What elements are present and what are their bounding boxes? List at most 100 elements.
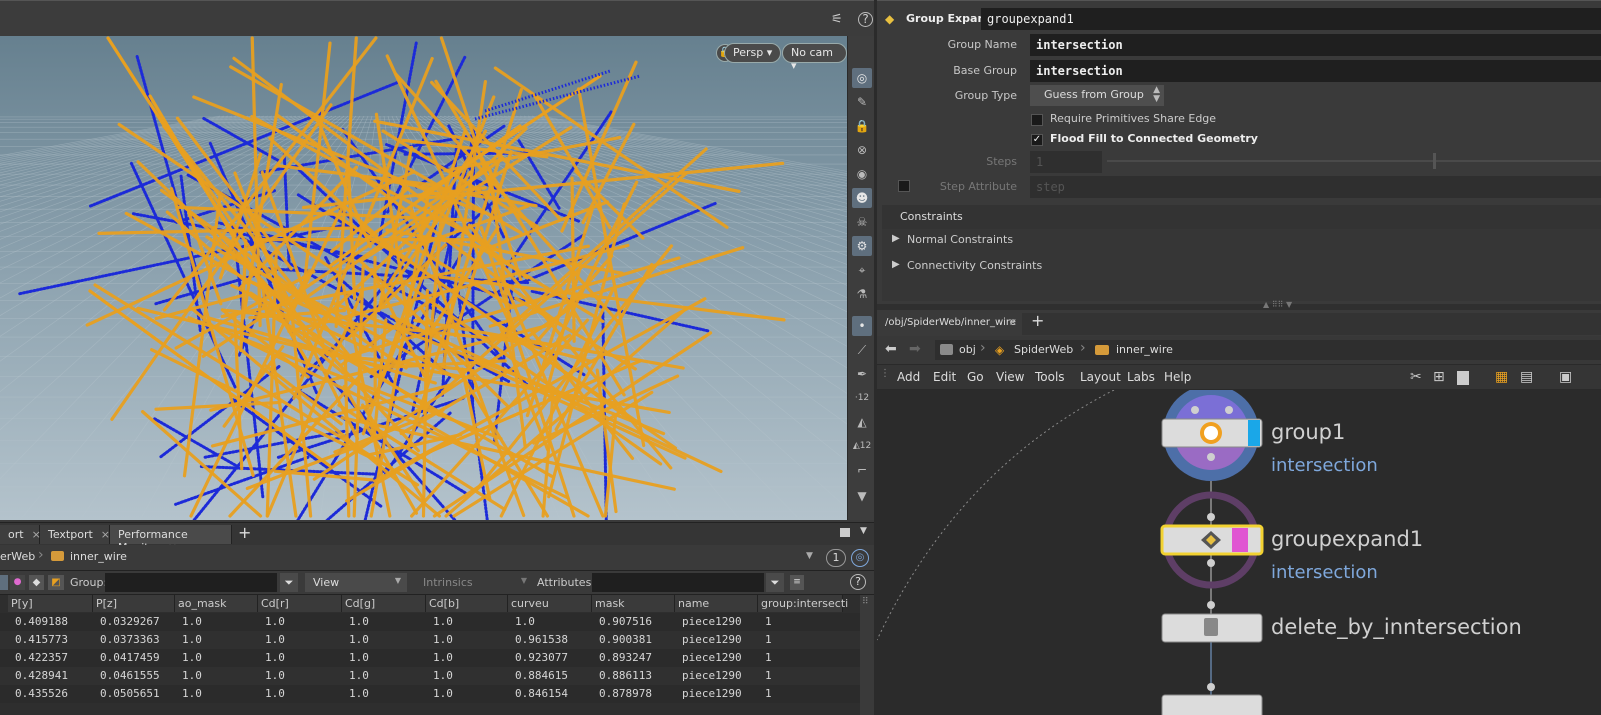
column-options-icon[interactable]: ≡ — [790, 575, 804, 590]
display-options-icon[interactable]: ⚟ — [831, 12, 843, 27]
menu-go[interactable]: Go — [967, 370, 984, 384]
snap-icon[interactable]: ⚗ — [852, 284, 872, 304]
back-arrow-icon[interactable]: ⬅ — [885, 341, 897, 357]
prim-display-icon[interactable]: ◭ — [852, 412, 872, 432]
steps-field[interactable]: 1 — [1030, 151, 1102, 173]
step-attribute-field[interactable]: step — [1030, 176, 1601, 198]
normal-constraints-folder[interactable]: Normal Constraints — [907, 233, 1013, 246]
path-spiderweb[interactable]: SpiderWeb — [1014, 343, 1073, 356]
point-display-icon[interactable]: • — [852, 316, 872, 336]
menu-labs[interactable]: Labs — [1127, 370, 1155, 384]
table-row[interactable]: 0.428941 0.0461555 1.0 1.0 1.0 1.0 0.884615 0.8… — [0, 667, 860, 685]
menu-add[interactable]: Add — [897, 370, 920, 384]
tab-viewport[interactable]: ort × — [0, 525, 41, 544]
pane-menu-icon[interactable]: ▼ — [860, 526, 867, 536]
table-row[interactable]: 0.415773 0.0373363 1.0 1.0 1.0 1.0 0.961538 0.9… — [0, 631, 860, 649]
column-header[interactable]: mask — [592, 595, 675, 612]
prim-numbers-icon[interactable]: ◭12 — [852, 436, 872, 456]
table-row[interactable]: 0.435526 0.0505651 1.0 1.0 1.0 1.0 0.846154 0.8… — [0, 685, 860, 703]
ghost-icon[interactable]: ⊗ — [852, 140, 872, 160]
close-icon[interactable]: × — [101, 528, 110, 541]
tab-textport[interactable]: Textport × — [40, 525, 110, 544]
column-header[interactable]: Cd[r] — [258, 595, 342, 612]
link-icon[interactable]: ◎ — [851, 549, 869, 567]
lock-icon[interactable]: 🔒 — [852, 116, 872, 136]
add-tab-icon[interactable]: + — [238, 523, 251, 542]
tab-performance-monitor[interactable]: Performance Monitor× — [110, 525, 232, 554]
tab-network[interactable]: /obj/SpiderWeb/inner_wire × — [877, 313, 1022, 335]
pen-icon[interactable]: ✒ — [852, 364, 872, 384]
list-view-icon[interactable] — [1457, 371, 1469, 385]
normals-icon[interactable]: ⟋ — [852, 340, 872, 360]
menu-view[interactable]: View — [996, 370, 1024, 384]
column-header[interactable]: Cd[b] — [426, 595, 508, 612]
column-header[interactable]: P[z] — [93, 595, 175, 612]
menu-edit[interactable]: Edit — [933, 370, 956, 384]
group-type-dropdown[interactable]: Guess from Group ▲ ▼ — [1030, 85, 1164, 106]
attribute-filter-icon[interactable]: ⏷ — [766, 573, 784, 592]
path-obj[interactable]: obj — [959, 343, 976, 356]
steps-slider-handle[interactable] — [1433, 153, 1436, 169]
persp-menu-button[interactable]: Persp ▾ — [724, 43, 782, 63]
base-group-field[interactable]: intersection — [1030, 60, 1601, 82]
menu-layout[interactable]: Layout — [1080, 370, 1121, 384]
next-node[interactable] — [1161, 694, 1263, 715]
add-tab-icon[interactable]: + — [1031, 311, 1044, 330]
spreadsheet-scrollbar[interactable]: ⠿ — [860, 595, 874, 715]
require-prims-checkbox[interactable] — [1031, 114, 1043, 126]
attributes-field[interactable] — [592, 573, 764, 592]
column-header[interactable]: P[y] — [8, 595, 93, 612]
column-header[interactable]: curveu — [508, 595, 592, 612]
primitives-mode-icon[interactable]: ◆ — [29, 575, 44, 590]
camera-menu-button[interactable]: No cam ▾ — [782, 43, 847, 72]
detail-mode-icon[interactable]: ◩ — [48, 575, 64, 590]
steps-slider[interactable] — [1107, 160, 1601, 162]
menu-tools[interactable]: Tools — [1035, 370, 1065, 384]
maximize-pane-icon[interactable] — [840, 528, 850, 537]
table-row[interactable]: 0.422357 0.0417459 1.0 1.0 1.0 1.0 0.923077 0.8… — [0, 649, 860, 667]
view-dropdown[interactable]: View ▼ — [305, 573, 407, 592]
forward-arrow-icon[interactable]: ➡ — [909, 341, 921, 357]
network-view-icon[interactable]: ▣ — [1559, 369, 1572, 385]
close-icon[interactable]: × — [1009, 317, 1017, 328]
grid-color-icon[interactable]: ▦ — [1495, 369, 1508, 385]
skull-icon[interactable]: ☠ — [852, 212, 872, 232]
table-row[interactable]: 0.409188 0.0329267 1.0 1.0 1.0 1.0 1.0 0.907516… — [0, 613, 860, 631]
path-inner-wire[interactable]: inner_wire — [1116, 343, 1173, 356]
points-mode-icon[interactable] — [0, 575, 8, 590]
filter-icon[interactable]: ⏷ — [280, 573, 298, 592]
group1-display-flag[interactable] — [1248, 420, 1260, 446]
point-numbers-icon[interactable]: ·12 — [852, 388, 872, 408]
groupexpand1-display-flag[interactable] — [1232, 528, 1248, 552]
lighting-icon[interactable]: ◉ — [852, 164, 872, 184]
table-view-icon[interactable]: ▤ — [1520, 369, 1533, 385]
column-header[interactable]: name — [675, 595, 758, 612]
node-name-field[interactable]: groupexpand1 — [981, 8, 1601, 30]
pin-badge[interactable]: 1 — [826, 549, 846, 567]
tree-view-icon[interactable]: ⊞ — [1433, 369, 1445, 385]
3d-viewport[interactable]: 🔒 Persp ▾ No cam ▾ — [0, 36, 847, 520]
shading-icon[interactable]: ☻ — [852, 188, 872, 208]
vertices-mode-icon[interactable]: ● — [10, 575, 25, 590]
group-field[interactable] — [105, 573, 277, 592]
connectivity-constraints-folder[interactable]: Connectivity Constraints — [907, 259, 1042, 272]
column-header[interactable]: Cd[g] — [342, 595, 426, 612]
flood-fill-checkbox[interactable]: ✓ — [1031, 134, 1043, 146]
expand-icon[interactable]: ▶ — [892, 259, 900, 270]
more-tools-icon[interactable]: ▼ — [852, 486, 872, 506]
wireframe-icon[interactable]: ⚙ — [852, 236, 872, 256]
help-icon[interactable]: ? — [858, 12, 873, 27]
pane-splitter[interactable]: ▲ ⠿⠿ ▼ — [877, 300, 1601, 310]
column-header[interactable]: group:intersecti — [758, 595, 848, 612]
select-mode-icon[interactable]: ◎ — [852, 68, 872, 88]
intrinsics-dropdown[interactable]: Intrinsics ▼ — [413, 573, 531, 592]
expand-icon[interactable]: ▶ — [892, 233, 900, 244]
highlight-icon[interactable]: ✎ — [852, 92, 872, 112]
wrench-icon[interactable]: ✂ — [1410, 369, 1422, 385]
corner-icon[interactable]: ⌐ — [852, 460, 872, 480]
help-icon[interactable]: ? — [850, 574, 866, 590]
constraints-tab[interactable]: Constraints — [882, 205, 1601, 229]
group-name-field[interactable]: intersection — [1030, 34, 1601, 56]
column-header[interactable]: ao_mask — [175, 595, 258, 612]
path-dropdown-icon[interactable]: ▼ — [806, 551, 813, 561]
